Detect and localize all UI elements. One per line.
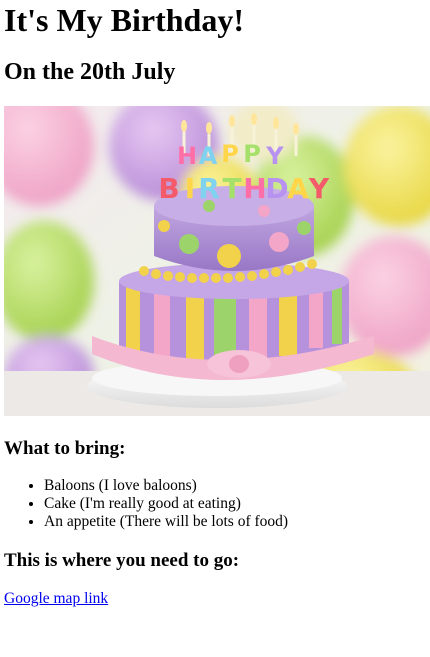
page-title: It's My Birthday! [4,2,244,38]
location-heading: This is where you need to go: [4,550,240,571]
svg-text:P: P [243,140,261,168]
bring-item-baloons: Baloons (I love baloons) [44,477,422,495]
svg-text:Y: Y [308,172,330,205]
svg-text:A: A [287,172,309,205]
google-map-link[interactable]: Google map link [4,590,108,607]
svg-text:T: T [222,172,241,205]
bring-list: Baloons (I love baloons) Cake (I'm reall… [4,477,422,531]
svg-text:Y: Y [265,142,284,170]
svg-text:D: D [265,172,288,205]
svg-text:H: H [243,172,266,205]
what-to-bring-heading: What to bring: [4,438,126,459]
svg-text:P: P [221,140,239,168]
svg-text:A: A [199,142,218,170]
svg-text:I: I [185,172,195,205]
svg-text:B: B [158,172,179,205]
map-link-paragraph: Google map link [4,590,422,608]
page-subtitle: On the 20th July [4,59,176,85]
bring-item-cake: Cake (I'm really good at eating) [44,495,422,513]
birthday-cake-image: H A P P Y B I R T H D A Y [4,106,430,416]
bring-item-appetite: An appetite (There will be lots of food) [44,513,422,531]
page-content: It's My Birthday! On the 20th July H A P… [0,0,430,608]
svg-text:H: H [177,142,197,170]
svg-text:R: R [198,172,220,205]
